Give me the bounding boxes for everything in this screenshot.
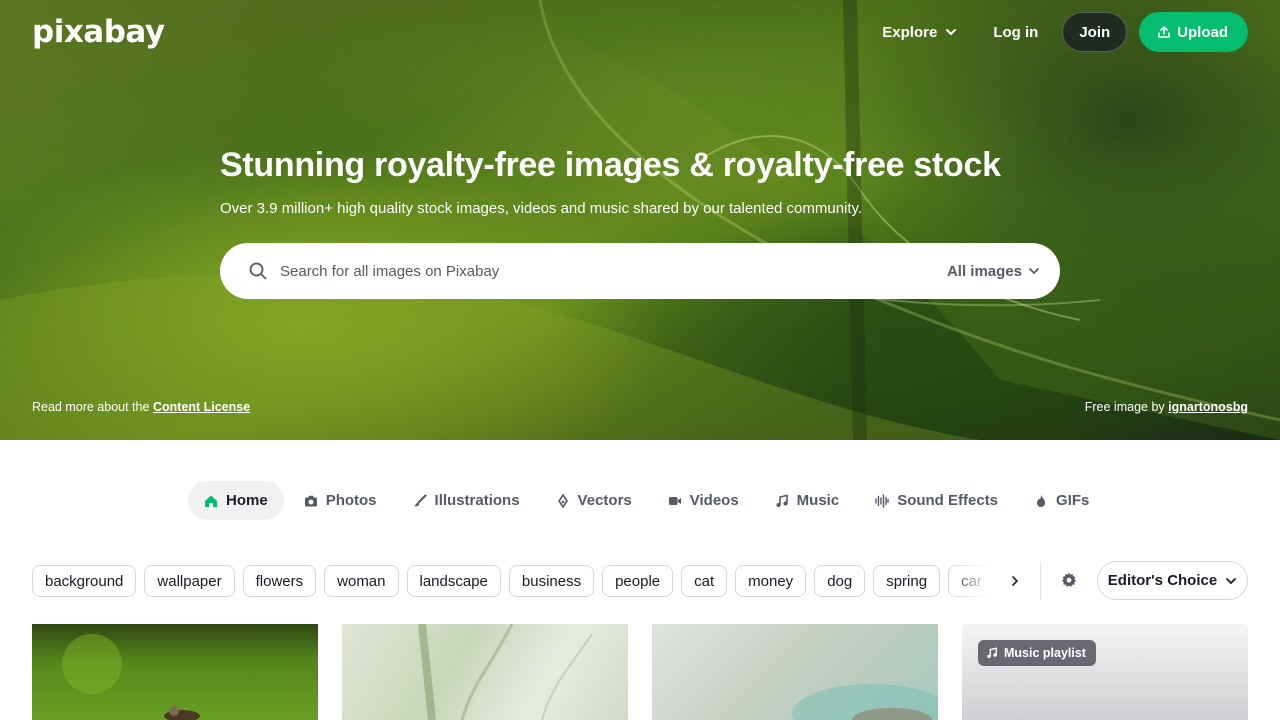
content-license-link[interactable]: Content License: [153, 400, 250, 414]
tab-label: Photos: [325, 492, 377, 509]
tag-chips-row: background wallpaper flowers woman lands…: [32, 565, 986, 597]
tag-chip[interactable]: woman: [324, 565, 399, 597]
license-prefix: Read more about the: [32, 400, 150, 414]
divider: [1040, 562, 1041, 600]
brush-icon: [414, 493, 427, 506]
license-note: Read more about the Content License: [32, 400, 250, 414]
tag-chip[interactable]: cat: [681, 565, 728, 597]
tab-label: Vectors: [577, 492, 632, 509]
tab-illustrations[interactable]: Illustrations: [397, 481, 536, 520]
music-playlist-label: Music playlist: [1004, 646, 1086, 660]
search-bar: All images: [220, 243, 1060, 299]
tab-sound-effects[interactable]: Sound Effects: [859, 481, 1014, 520]
tag-chip[interactable]: wallpaper: [144, 565, 235, 597]
plant-thumbnail: [418, 624, 593, 720]
hero-overlay: [0, 0, 1280, 440]
tag-chip[interactable]: money: [735, 565, 807, 597]
tab-label: Home: [226, 492, 268, 509]
image-card[interactable]: [342, 624, 628, 720]
search-type-dropdown[interactable]: All images: [947, 263, 1040, 280]
image-card[interactable]: [32, 624, 318, 720]
top-navigation: Explore Log in Join Upload: [870, 12, 1248, 52]
tab-gifs[interactable]: GIFs: [1018, 481, 1105, 520]
tab-photos[interactable]: Photos: [288, 481, 393, 520]
music-playlist-badge: Music playlist: [978, 640, 1096, 666]
tag-chip[interactable]: spring: [873, 565, 941, 597]
image-credit: Free image by ignartonosbg: [1085, 400, 1248, 414]
music-note-icon: [776, 494, 788, 507]
tab-label: GIFs: [1056, 492, 1090, 509]
tag-chip[interactable]: landscape: [406, 565, 501, 597]
login-link[interactable]: Log in: [981, 12, 1050, 52]
media-type-tabs: Home Photos Illustrations Vectors Videos…: [188, 481, 1105, 520]
upload-button[interactable]: Upload: [1139, 12, 1248, 52]
tag-chip[interactable]: people: [602, 565, 674, 597]
tab-label: Videos: [689, 492, 739, 509]
explore-label: Explore: [882, 23, 938, 41]
tag-chip[interactable]: background: [32, 565, 137, 597]
tag-chip[interactable]: business: [508, 565, 595, 597]
chips-next-button[interactable]: [1002, 568, 1028, 594]
hero-title: Stunning royalty-free images & royalty-f…: [220, 146, 1001, 184]
duck-thumbnail: [62, 634, 200, 720]
tab-label: Sound Effects: [897, 492, 999, 509]
pixabay-logo[interactable]: pixabay: [32, 14, 165, 50]
gear-icon: [1062, 572, 1076, 587]
credit-prefix: Free image by: [1084, 400, 1165, 414]
tab-home[interactable]: Home: [188, 481, 284, 520]
tab-videos[interactable]: Videos: [652, 481, 755, 520]
upload-icon: [1158, 26, 1170, 38]
camera-icon: [304, 495, 317, 506]
image-card[interactable]: [652, 624, 938, 720]
music-playlist-card[interactable]: Music playlist: [962, 624, 1248, 720]
explore-menu[interactable]: Explore: [870, 12, 969, 52]
home-icon: [205, 495, 217, 507]
pen-nib-icon: [557, 493, 568, 508]
flame-icon: [1037, 494, 1046, 507]
sort-dropdown[interactable]: Editor's Choice: [1097, 561, 1248, 600]
search-input[interactable]: [280, 262, 947, 280]
sort-label: Editor's Choice: [1107, 572, 1218, 589]
tab-label: Illustrations: [434, 492, 520, 509]
abstract-thumbnail: [792, 684, 938, 720]
chevron-right-icon: [1012, 576, 1019, 586]
tab-vectors[interactable]: Vectors: [540, 481, 648, 520]
search-type-label: All images: [946, 262, 1022, 280]
tab-label: Music: [796, 492, 840, 509]
video-camera-icon: [668, 496, 681, 505]
waveform-icon: [875, 493, 889, 508]
upload-label: Upload: [1177, 23, 1228, 41]
tab-music[interactable]: Music: [759, 481, 856, 520]
music-note-icon: [987, 647, 997, 659]
chevron-down-icon: [946, 29, 957, 36]
chevron-down-icon: [1029, 268, 1039, 275]
hero-subtitle: Over 3.9 million+ high quality stock ima…: [220, 200, 863, 217]
tag-chip[interactable]: dog: [814, 565, 866, 597]
credit-user-link[interactable]: ignartonosbg: [1168, 400, 1248, 414]
search-icon[interactable]: [248, 261, 268, 281]
filter-settings-button[interactable]: [1058, 569, 1080, 591]
chips-fade: [950, 565, 990, 597]
hero-banner: [0, 0, 1280, 440]
tag-chip[interactable]: flowers: [242, 565, 317, 597]
join-button[interactable]: Join: [1062, 12, 1128, 52]
chevron-down-icon: [1226, 577, 1237, 584]
